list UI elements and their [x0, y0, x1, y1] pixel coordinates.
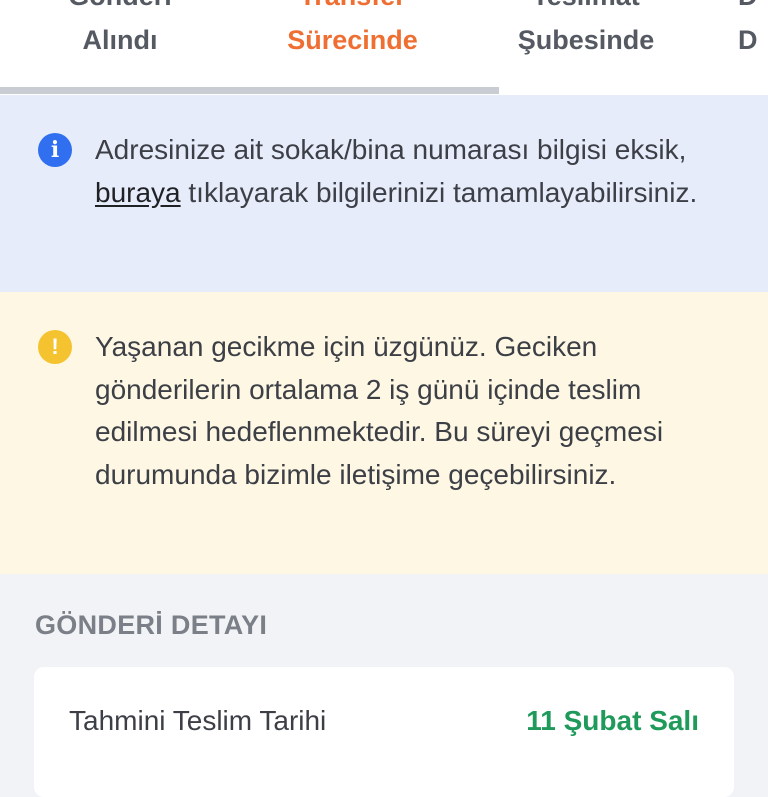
estimated-delivery-row: Tahmini Teslim Tarihi 11 Şubat Salı	[69, 705, 699, 737]
tab-at-delivery-branch[interactable]: Teslimat Şubesinde	[486, 0, 686, 88]
shipment-status-tabs: Gönderi Alındı Transfer Sürecinde Teslim…	[0, 0, 768, 95]
tab-label-line2: D	[738, 25, 758, 55]
estimated-delivery-label: Tahmini Teslim Tarihi	[69, 705, 327, 736]
tab-label-line1: Teslimat	[532, 0, 640, 18]
shipment-details-card: Tahmini Teslim Tarihi 11 Şubat Salı	[34, 667, 734, 797]
missing-address-banner: i Adresinize ait sokak/bina numarası bil…	[0, 95, 768, 292]
tab-delivered[interactable]: D D	[738, 0, 768, 88]
tab-label-line1: Gönderi	[68, 0, 172, 18]
tab-label-line2: Sürecinde	[287, 25, 418, 55]
tab-label-line2: Şubesinde	[517, 25, 655, 55]
status-progress-track	[0, 87, 768, 94]
info-icon: i	[38, 133, 72, 167]
tab-label-line2: Alındı	[82, 25, 158, 55]
banner-text-before: Adresinize ait sokak/bina numarası bilgi…	[95, 134, 687, 165]
tab-in-transfer[interactable]: Transfer Sürecinde	[250, 0, 455, 88]
shipment-details-title: GÖNDERİ DETAYI	[35, 610, 268, 640]
address-update-link[interactable]: buraya	[95, 177, 181, 208]
tab-label-line1: Transfer	[299, 0, 406, 18]
tab-shipment-received[interactable]: Gönderi Alındı	[20, 0, 220, 88]
estimated-delivery-value: 11 Şubat Salı	[526, 705, 699, 736]
warning-icon: !	[38, 330, 72, 364]
delay-warning-banner: ! Yaşanan gecikme için üzgünüz. Geciken …	[0, 292, 768, 574]
banner-text-after: tıklayarak bilgilerinizi tamamlayabilirs…	[180, 176, 698, 208]
tab-label-line1: D	[738, 0, 758, 18]
delay-warning-text: Yaşanan gecikme için üzgünüz. Geciken gö…	[95, 331, 664, 490]
status-progress-fill	[0, 87, 500, 94]
